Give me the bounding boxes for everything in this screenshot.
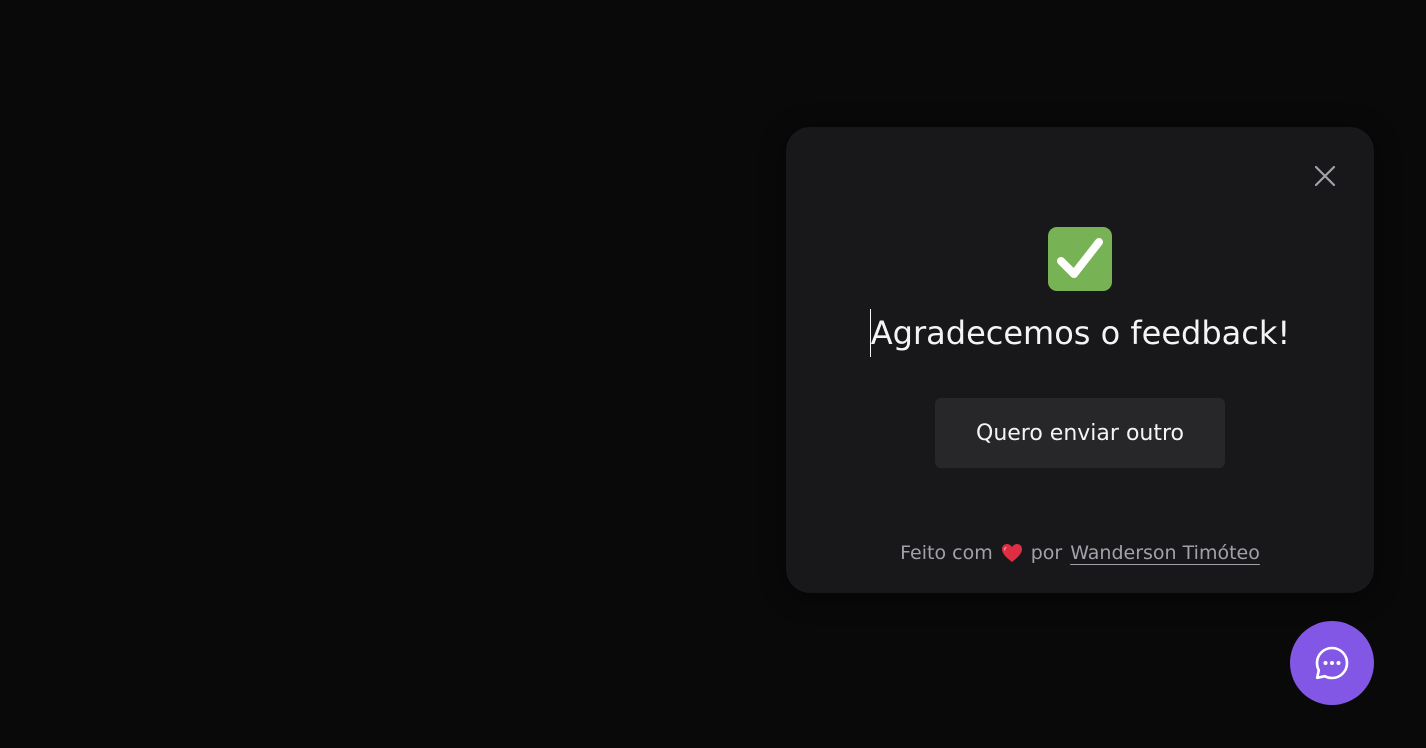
close-icon <box>1314 165 1336 187</box>
chat-bubble-icon <box>1315 646 1349 680</box>
close-button[interactable] <box>1309 160 1341 192</box>
footer-prefix: Feito com <box>900 542 993 564</box>
check-mark-icon <box>1047 226 1113 292</box>
success-title: Agradecemos o feedback! <box>870 314 1291 352</box>
footer-middle: por <box>1030 542 1063 564</box>
feedback-launcher-button[interactable] <box>1290 621 1374 705</box>
page: Agradecemos o feedback! Quero enviar out… <box>0 0 1426 748</box>
author-link[interactable]: Wanderson Timóteo <box>1070 542 1260 564</box>
footer: Feito com por Wanderson Timóteo <box>786 537 1374 569</box>
title-row: Agradecemos o feedback! <box>786 307 1374 359</box>
feedback-widget: Agradecemos o feedback! Quero enviar out… <box>786 127 1374 593</box>
send-another-button[interactable]: Quero enviar outro <box>935 398 1225 468</box>
heart-icon <box>1001 543 1023 563</box>
